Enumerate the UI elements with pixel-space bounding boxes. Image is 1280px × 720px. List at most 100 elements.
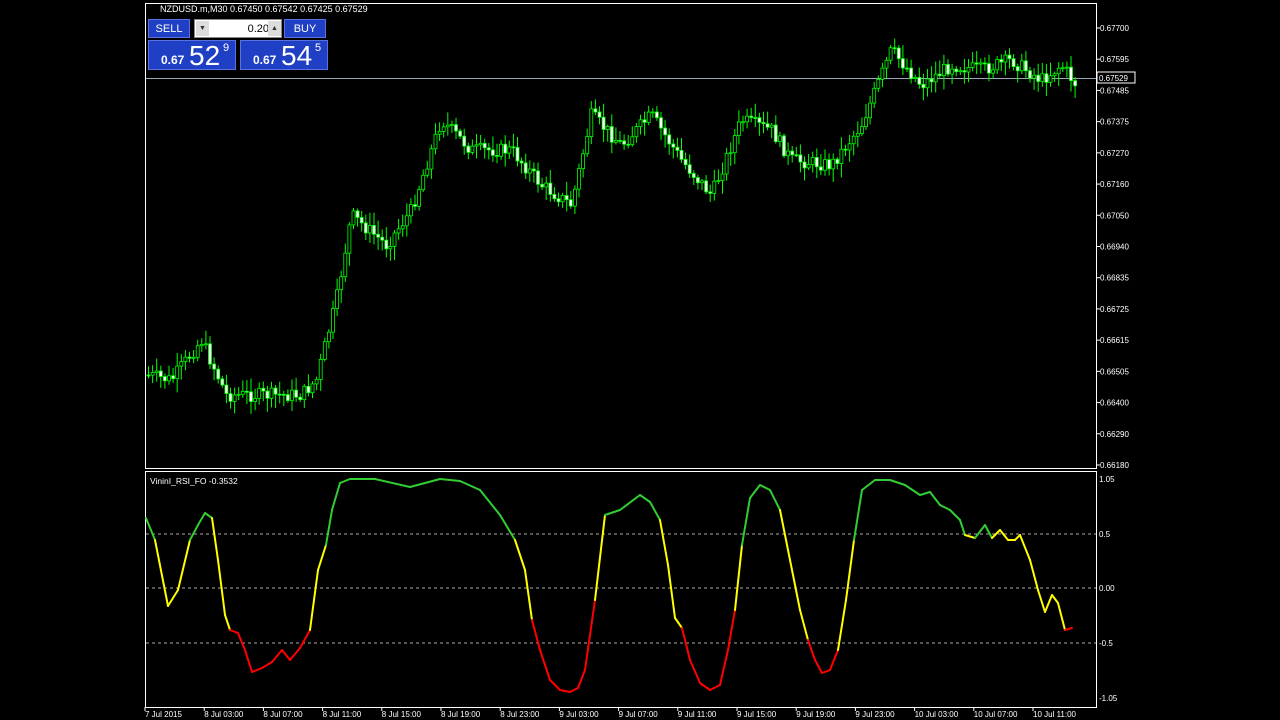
rsi-segment [853,489,863,541]
candle-body [470,145,475,153]
candle-body [199,344,204,347]
candle-body [896,47,901,60]
candle-body [942,64,946,77]
candle-body [921,83,926,89]
candle-body [253,398,258,402]
candle-body [868,102,872,119]
buy-button[interactable]: BUY [284,19,326,38]
rsi-segment [734,544,743,611]
candle-body [954,68,959,73]
candle-body [265,390,270,399]
candle-body [454,124,458,132]
candle-body [704,180,708,193]
rsi-segment [904,484,921,496]
candle-body [1073,80,1077,87]
rsi-segment [271,649,283,663]
candle-body [540,183,544,188]
candle-body [191,356,196,359]
candle-body [630,136,635,145]
candle-body [909,67,913,80]
rsi-segment [674,617,683,629]
candle-body [573,188,577,207]
candle-body [322,341,327,360]
rsi-segment [189,524,199,541]
candle-body [515,147,520,162]
candle-body [622,140,626,145]
candle-body [495,155,499,157]
candle-body [823,159,827,171]
candle-body [294,389,299,398]
indicator-levels: 1.05 0.5 0.00 -0.5 -1.05 [146,475,1118,703]
candle-body [1024,60,1028,72]
candle-body [318,359,323,380]
candle-body [527,168,532,174]
rsi-segment [331,482,341,511]
candle-body [958,70,963,73]
candle-body [581,153,585,169]
time-tick-label: 9 Jul 07:00 [619,710,659,719]
candle-body [683,159,688,166]
candle-body [671,143,676,148]
candle-body [786,150,790,157]
candle-body [339,276,344,291]
rsi-segment [251,667,263,673]
rsi-segment [974,524,986,539]
rsi-segment [594,514,606,601]
candle-body [240,390,245,395]
candle-body [794,154,799,157]
rsi-segment [919,491,931,496]
candle-body [655,111,659,119]
time-tick-label: 8 Jul 23:00 [500,710,540,719]
candle-body [884,59,889,69]
rsi-segment [459,480,481,491]
candle-body [872,87,877,104]
candle-body [1007,54,1012,60]
level-label: -0.5 [1099,639,1113,648]
candle-body [626,143,631,146]
rsi-segment [204,512,213,519]
candle-body [614,139,618,143]
candle-body [888,47,893,61]
candle-body [187,356,192,359]
candle-body [995,59,1000,71]
lot-decrease-icon[interactable]: ▼ [196,21,209,36]
rsi-segment [689,659,701,684]
rsi-segment [929,491,941,506]
rsi-line [145,478,1073,693]
candle-body [663,127,667,136]
candle-body [638,119,643,127]
candle-body [1036,74,1041,82]
rsi-segment [709,684,721,691]
candle-body [224,384,229,394]
rsi-segment [821,669,831,674]
candle-body [810,157,815,165]
candle-body [458,130,463,137]
candle-body [183,356,188,363]
candle-body [987,63,991,74]
candle-body [490,149,495,156]
candle-body [802,161,807,169]
rsi-segment [409,478,441,488]
time-tick-label: 10 Jul 03:00 [915,710,959,719]
rsi-segment [799,609,809,641]
chart-canvas[interactable]: 0.677000.675950.674850.673750.672700.671… [0,0,1280,720]
rsi-segment [959,519,966,536]
lot-size-input[interactable] [209,21,271,36]
rsi-segment [779,509,791,561]
rsi-segment [759,484,771,491]
candle-body [167,375,171,382]
candle-body [712,180,717,194]
sell-price-button[interactable]: 0.67 52 9 [148,40,236,71]
candle-body [839,148,844,164]
lot-increase-icon[interactable]: ▲ [268,21,281,36]
rsi-segment [1057,602,1066,631]
candle-body [1032,74,1036,79]
candlestick-series [146,38,1077,414]
time-tick-label: 9 Jul 03:00 [559,710,599,719]
buy-price-main: 54 [281,40,313,71]
sell-button[interactable]: SELL [148,19,190,38]
buy-price-button[interactable]: 0.67 54 5 [240,40,328,71]
price-tick-label: 0.66180 [1100,461,1129,470]
rsi-segment [1029,559,1039,591]
candle-body [326,331,331,343]
